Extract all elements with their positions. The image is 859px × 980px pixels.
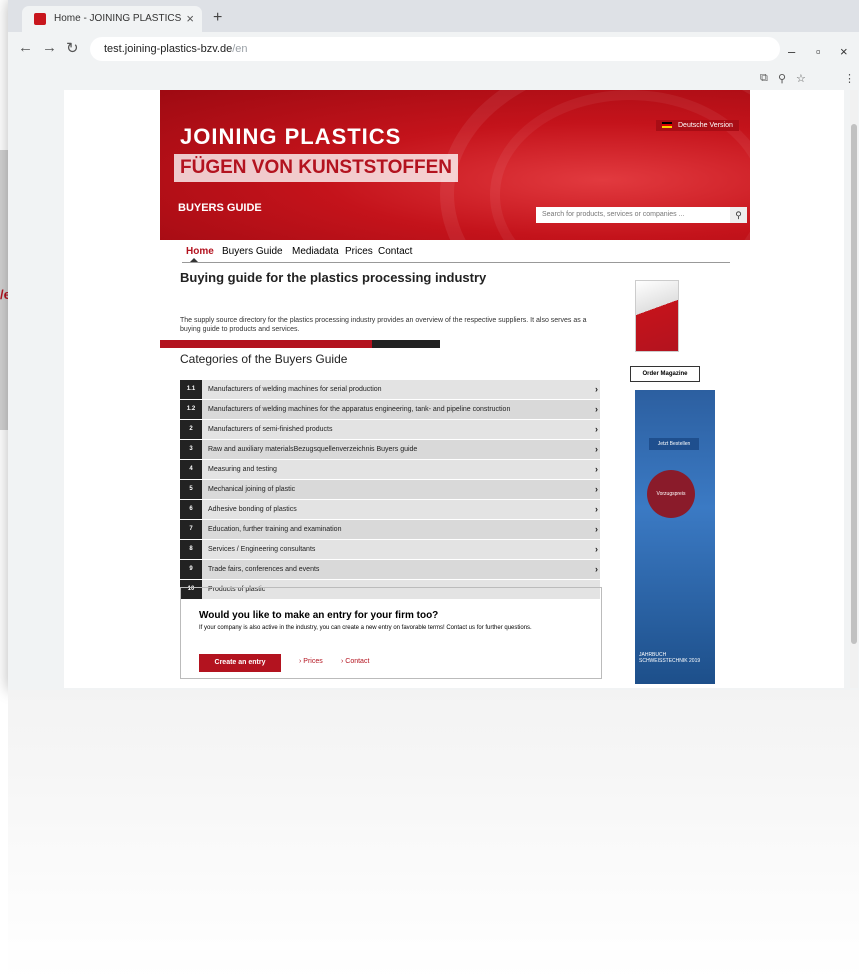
category-number: 1.1 <box>180 380 202 399</box>
menu-contact[interactable]: Contact <box>378 246 412 257</box>
back-icon[interactable]: ← <box>18 39 33 56</box>
favicon-icon <box>34 13 46 25</box>
category-label: Measuring and testing <box>208 466 277 473</box>
category-row[interactable]: 4 Measuring and testing › <box>180 460 600 480</box>
menu-mediadata[interactable]: Mediadata <box>292 246 339 257</box>
category-number: 1.2 <box>180 400 202 419</box>
navigation-bar: ← → ↻ test.joining-plastics-bzv.de/en <box>8 32 859 66</box>
category-number: 9 <box>180 560 202 579</box>
website: JOINING PLASTICS FÜGEN VON KUNSTSTOFFEN … <box>160 90 750 688</box>
category-row[interactable]: 9 Trade fairs, conferences and events › <box>180 560 600 580</box>
logo-subtitle[interactable]: FÜGEN VON KUNSTSTOFFEN <box>174 154 458 182</box>
category-row[interactable]: 8 Services / Engineering consultants › <box>180 540 600 560</box>
chevron-right-icon: › <box>595 384 598 394</box>
order-magazine-button[interactable]: Order Magazine <box>630 366 700 382</box>
forward-icon[interactable]: → <box>42 39 57 56</box>
section-label: BUYERS GUIDE <box>178 202 262 214</box>
category-label: Manufacturers of welding machines for se… <box>208 386 382 393</box>
category-number: 5 <box>180 480 202 499</box>
main-menu: Home Buyers Guide Mediadata Prices Conta… <box>182 240 730 263</box>
url-path: /en <box>232 43 248 55</box>
ad-footer-text: JAHRBUCH SCHWEISSTECHNIK 2019 <box>639 652 701 664</box>
german-flag-icon <box>662 122 672 129</box>
magazine-cover-image[interactable] <box>635 280 679 352</box>
category-row[interactable]: 5 Mechanical joining of plastic › <box>180 480 600 500</box>
chevron-right-icon: › <box>595 464 598 474</box>
category-label: Manufacturers of semi-finished products <box>208 426 333 433</box>
reload-icon[interactable]: ↻ <box>66 39 79 57</box>
categories-title: Categories of the Buyers Guide <box>180 352 348 366</box>
chevron-right-icon: › <box>595 524 598 534</box>
page-viewport: JOINING PLASTICS FÜGEN VON KUNSTSTOFFEN … <box>64 90 844 688</box>
prices-link[interactable]: › Prices <box>299 658 323 665</box>
close-tab-icon[interactable]: × <box>186 11 194 26</box>
category-list: 1.1 Manufacturers of welding machines for… <box>180 380 600 600</box>
translate-icon[interactable]: ⧉ <box>760 72 768 85</box>
category-label: Raw and auxiliary materialsBezugsquellen… <box>208 446 418 453</box>
chevron-right-icon: › <box>595 404 598 414</box>
language-switch[interactable]: Deutsche Version <box>656 120 739 131</box>
menu-prices[interactable]: Prices <box>345 246 373 257</box>
browser-window: Home - JOINING PLASTICS × + – ▫ × ← → ↻ … <box>8 0 859 690</box>
address-bar[interactable]: test.joining-plastics-bzv.de/en <box>90 37 780 61</box>
contact-link[interactable]: › Contact <box>341 658 369 665</box>
entry-text: If your company is also active in the in… <box>199 625 532 631</box>
menu-icon[interactable]: ⋮ <box>844 72 855 85</box>
category-number: 4 <box>180 460 202 479</box>
category-label: Mechanical joining of plastic <box>208 486 296 493</box>
ad-order-button[interactable]: Jetzt Bestellen <box>649 438 699 450</box>
category-row[interactable]: 7 Education, further training and examina… <box>180 520 600 540</box>
new-tab-icon[interactable]: + <box>213 9 222 27</box>
page-title: Buying guide for the plastics processing… <box>180 270 487 285</box>
chevron-right-icon: › <box>595 484 598 494</box>
search-input[interactable]: Search for products, services or compani… <box>536 207 730 223</box>
logo-title[interactable]: JOINING PLASTICS <box>180 124 401 150</box>
chevron-right-icon: › <box>595 504 598 514</box>
chevron-right-icon: › <box>595 544 598 554</box>
category-number: 6 <box>180 500 202 519</box>
menu-buyers-guide[interactable]: Buyers Guide <box>222 246 283 257</box>
tab-title: Home - JOINING PLASTICS <box>54 13 182 24</box>
advertisement-banner[interactable]: Jetzt Bestellen Vorzugspreis JAHRBUCH SC… <box>635 390 715 684</box>
ad-price-badge: Vorzugspreis <box>647 470 695 518</box>
category-label: Adhesive bonding of plastics <box>208 506 297 513</box>
tab-bar: Home - JOINING PLASTICS × + <box>8 0 859 32</box>
category-number: 3 <box>180 440 202 459</box>
divider-bar-dark <box>372 340 440 348</box>
intro-text: The supply source directory for the plas… <box>180 317 587 333</box>
chevron-right-icon: › <box>595 444 598 454</box>
browser-tab[interactable]: Home - JOINING PLASTICS × <box>22 6 202 32</box>
category-row[interactable]: 1.1 Manufacturers of welding machines for… <box>180 380 600 400</box>
category-label: Services / Engineering consultants <box>208 546 316 553</box>
category-row[interactable]: 1.2 Manufacturers of welding machines for… <box>180 400 600 420</box>
category-number: 7 <box>180 520 202 539</box>
entry-title: Would you like to make an entry for your… <box>199 610 439 621</box>
zoom-icon[interactable]: ⚲ <box>778 72 786 85</box>
category-number: 8 <box>180 540 202 559</box>
bookmark-star-icon[interactable]: ☆ <box>796 72 806 85</box>
window-reflection <box>8 690 859 980</box>
category-label: Education, further training and examinat… <box>208 526 342 533</box>
category-row[interactable]: 6 Adhesive bonding of plastics › <box>180 500 600 520</box>
url-host: test.joining-plastics-bzv.de <box>104 43 233 55</box>
category-label: Trade fairs, conferences and events <box>208 566 320 573</box>
category-label: Manufacturers of welding machines for th… <box>208 406 511 413</box>
create-entry-button[interactable]: Create an entry <box>199 654 281 672</box>
menu-home[interactable]: Home <box>186 246 214 257</box>
active-caret-icon <box>190 258 198 262</box>
category-number: 2 <box>180 420 202 439</box>
category-row[interactable]: 3 Raw and auxiliary materialsBezugsquelle… <box>180 440 600 460</box>
category-row[interactable]: 2 Manufacturers of semi-finished products… <box>180 420 600 440</box>
scrollbar[interactable] <box>850 90 858 688</box>
header-banner: JOINING PLASTICS FÜGEN VON KUNSTSTOFFEN … <box>160 90 750 240</box>
scrollbar-thumb[interactable] <box>851 124 857 644</box>
entry-box: Would you like to make an entry for your… <box>180 587 602 679</box>
search-icon[interactable]: ⚲ <box>730 207 747 223</box>
chevron-right-icon: › <box>595 564 598 574</box>
language-label: Deutsche Version <box>678 122 733 129</box>
chevron-right-icon: › <box>595 424 598 434</box>
